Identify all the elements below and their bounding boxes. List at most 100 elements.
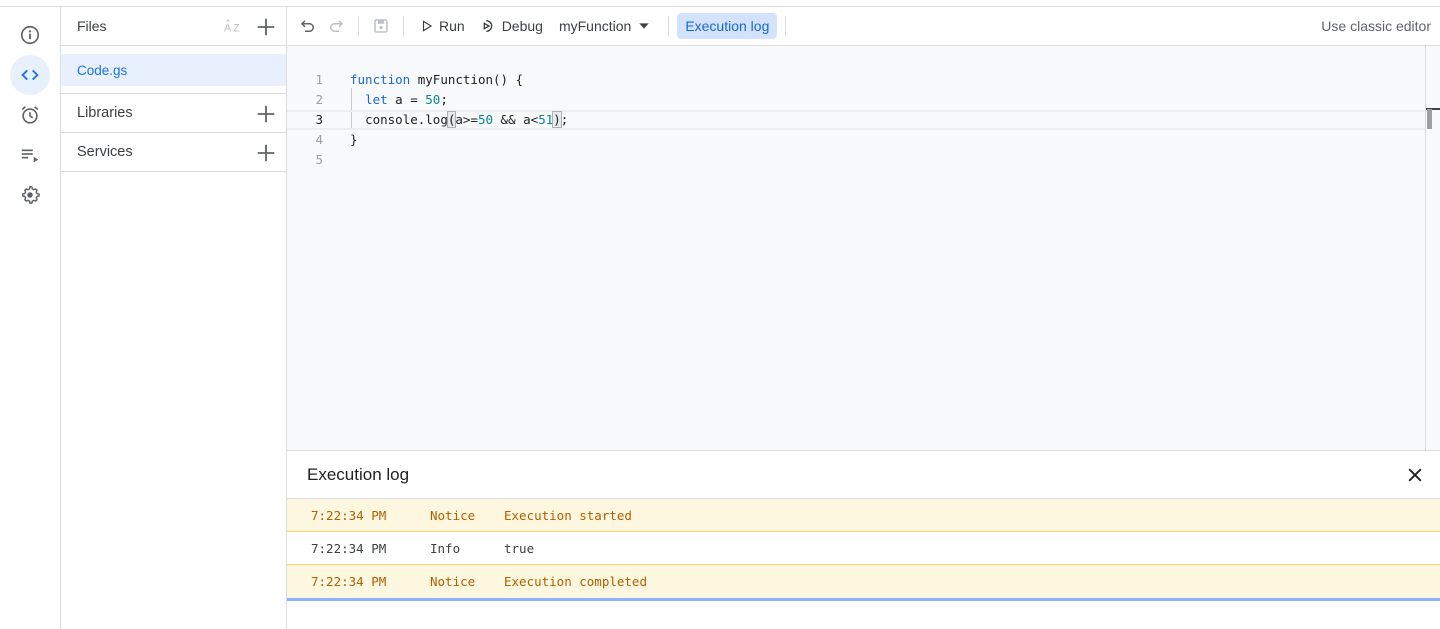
number-literal: 51 — [538, 112, 554, 127]
divider — [668, 16, 670, 36]
code-text: console.log(a>=50 && a<51); — [350, 111, 569, 128]
redo-icon — [330, 20, 344, 32]
debug-icon — [483, 20, 492, 32]
function-select-value: myFunction — [558, 18, 632, 34]
code-editor[interactable]: 1 function myFunction() { 2 let a = 50; … — [287, 46, 1426, 450]
code-icon — [21, 69, 39, 81]
divider — [358, 16, 359, 36]
undo-icon — [300, 20, 314, 32]
code-line: 1 function myFunction() { — [287, 70, 1426, 90]
files-panel: Files AZ Code.gs Libraries Services — [61, 7, 287, 629]
code-text: function myFunction() { — [350, 70, 523, 90]
nav-rail — [0, 7, 61, 629]
log-row: 7:22:34 PM Info true — [287, 532, 1440, 565]
log-time: 7:22:34 PM — [311, 507, 387, 523]
sort-files-button[interactable]: AZ — [221, 15, 245, 39]
line-number: 3 — [315, 112, 323, 127]
add-library-button[interactable] — [254, 102, 278, 126]
run-button[interactable]: Run — [412, 12, 473, 40]
number-literal: 50 — [425, 92, 441, 107]
close-log-button[interactable] — [1404, 464, 1426, 486]
play-icon — [422, 20, 433, 32]
log-message: Execution completed — [504, 574, 647, 589]
execution-log-header: Execution log — [287, 451, 1440, 499]
files-title: Files — [77, 18, 107, 34]
code-line: 2 let a = 50; — [287, 90, 1426, 110]
code-line-current: 3 console.log(a>=50 && a<51); — [287, 110, 1426, 130]
code-text: } — [350, 132, 358, 147]
code-token: a>= — [455, 112, 478, 127]
code-token: console.log — [365, 112, 448, 127]
log-message: Execution started — [504, 507, 632, 523]
editor-toolbar: Run Debug myFunction Execution log Use c… — [287, 7, 1440, 46]
scrollbar-thumb[interactable] — [1427, 109, 1432, 129]
services-label: Services — [77, 144, 133, 160]
code-token: ; — [560, 112, 569, 127]
add-service-button[interactable] — [254, 141, 278, 165]
svg-text:A: A — [224, 23, 232, 35]
gear-icon — [22, 185, 40, 204]
keyword: function — [350, 72, 411, 87]
line-number: 5 — [315, 152, 323, 167]
code-token: ; — [440, 92, 448, 107]
files-header: Files AZ — [61, 7, 286, 46]
rail-overview-button[interactable] — [10, 15, 50, 55]
save-button[interactable] — [367, 12, 395, 40]
divider — [403, 16, 404, 36]
save-icon — [374, 19, 388, 33]
plus-icon — [257, 144, 275, 162]
divider — [61, 86, 286, 94]
plus-icon — [257, 105, 275, 123]
executions-icon — [21, 149, 39, 163]
code-line: 4 } — [287, 130, 1426, 150]
execution-log-toggle[interactable]: Execution log — [677, 13, 778, 39]
number-literal: 50 — [477, 112, 494, 127]
add-file-button[interactable] — [254, 15, 278, 39]
log-time: 7:22:34 PM — [311, 574, 387, 589]
code-token: && a< — [493, 112, 539, 127]
run-label: Run — [439, 18, 465, 34]
line-number: 4 — [315, 132, 323, 147]
svg-text:Z: Z — [233, 23, 240, 35]
editor-scrollbar[interactable] — [1425, 46, 1440, 450]
log-row: 7:22:34 PM Notice Execution completed — [287, 565, 1440, 598]
line-number: 2 — [315, 92, 323, 107]
rail-editor-button[interactable] — [10, 55, 50, 95]
plus-icon — [257, 18, 275, 36]
close-icon — [1408, 468, 1422, 482]
info-icon — [20, 25, 40, 45]
log-level: Info — [430, 540, 461, 556]
dropdown-arrow-icon — [639, 23, 649, 29]
log-row: 7:22:34 PM Notice Execution started — [287, 499, 1440, 532]
code-line: 5 — [287, 150, 1426, 170]
file-item-code-gs[interactable]: Code.gs — [61, 54, 286, 86]
libraries-section: Libraries — [61, 94, 286, 133]
keyword: let — [365, 92, 388, 107]
line-number: 1 — [315, 72, 323, 87]
execution-log-title: Execution log — [307, 464, 410, 484]
divider — [785, 16, 787, 36]
debug-button[interactable]: Debug — [473, 12, 551, 40]
code-token: myFunction() { — [410, 72, 524, 87]
services-section: Services — [61, 133, 286, 172]
bracket-match: ) — [552, 111, 562, 128]
log-level: Notice — [430, 574, 476, 589]
rail-triggers-button[interactable] — [10, 95, 50, 135]
log-progress-line — [287, 598, 1440, 601]
debug-label: Debug — [501, 18, 543, 34]
undo-button[interactable] — [294, 12, 322, 40]
log-level: Notice — [430, 507, 476, 523]
sort-az-icon: AZ — [224, 18, 240, 35]
file-item-label: Code.gs — [77, 62, 128, 78]
execution-log-panel: Execution log 7:22:34 PM Notice Executio… — [287, 450, 1440, 629]
redo-button[interactable] — [322, 12, 350, 40]
code-text: let a = 50; — [350, 90, 448, 110]
log-time: 7:22:34 PM — [311, 540, 387, 556]
function-select[interactable]: myFunction — [551, 12, 660, 40]
code-token: a = — [387, 92, 426, 107]
rail-executions-button[interactable] — [10, 135, 50, 175]
rail-settings-button[interactable] — [10, 175, 50, 215]
use-classic-editor-button[interactable]: Use classic editor — [1321, 18, 1431, 34]
libraries-label: Libraries — [77, 105, 133, 121]
alarm-icon — [21, 106, 39, 124]
